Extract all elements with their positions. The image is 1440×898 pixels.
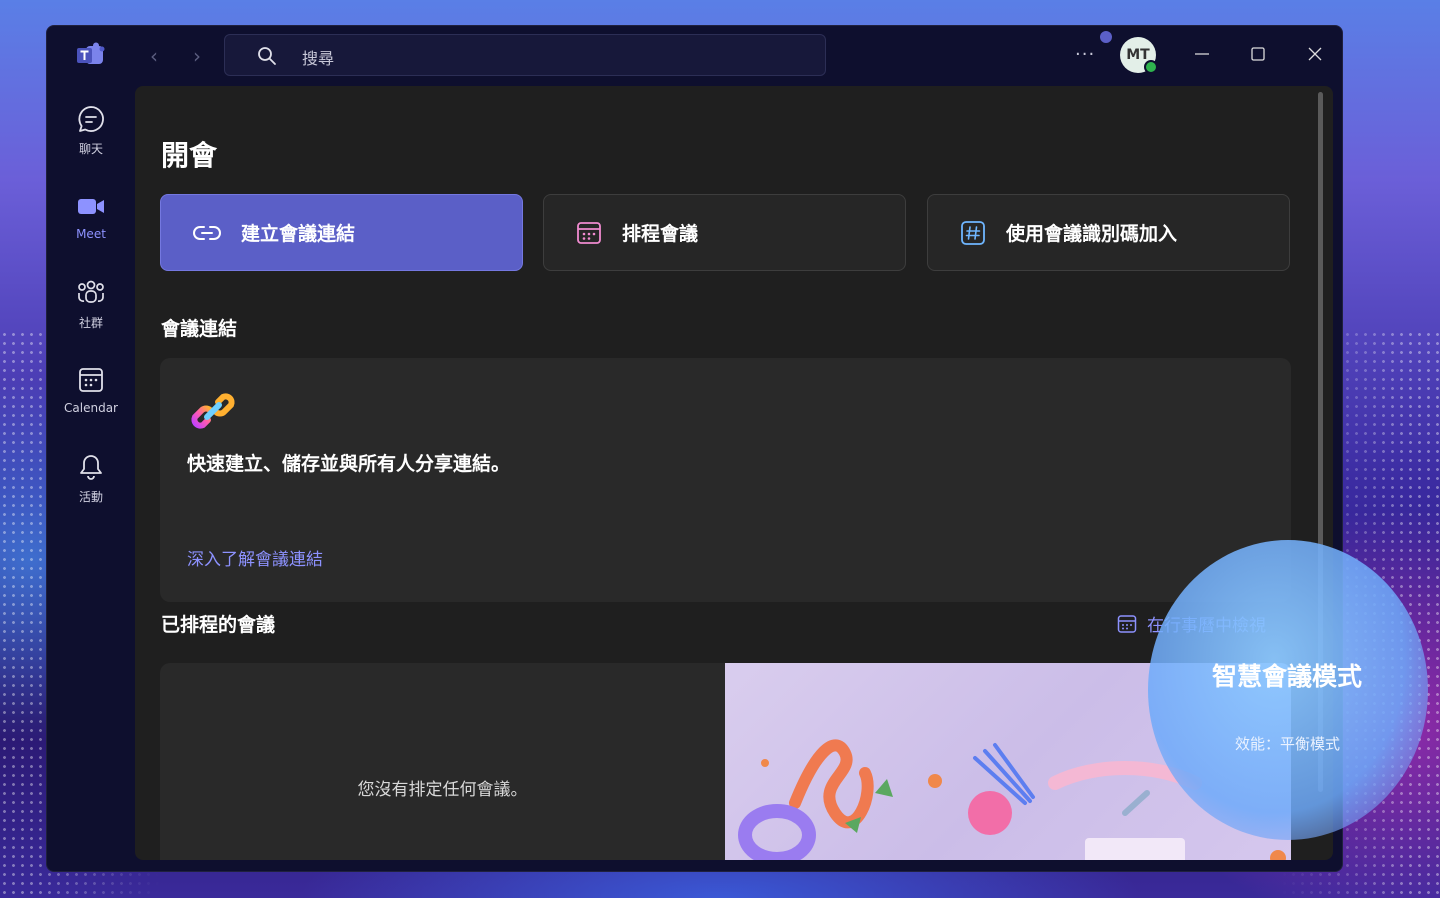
scheduled-meetings-empty-panel: 您沒有排定任何會議。 — [160, 663, 725, 860]
search-input[interactable]: 搜尋 — [302, 45, 334, 69]
scheduled-meetings-card: 您沒有排定任何會議。 — [160, 663, 1291, 860]
title-bar: ‹ › 搜尋 ··· MT — [47, 26, 1342, 86]
learn-more-link[interactable]: 深入了解會議連結 — [187, 545, 323, 570]
rail-item-community[interactable]: 社群 — [47, 278, 135, 348]
bell-icon — [80, 455, 102, 480]
notification-dot — [1100, 31, 1112, 43]
search-box[interactable]: 搜尋 — [224, 34, 826, 76]
meeting-links-card: 快速建立、儲存並與所有人分享連結。 深入了解會議連結 — [160, 358, 1291, 602]
rail-label-activity: 活動 — [78, 490, 103, 504]
chat-icon — [78, 106, 104, 132]
schedule-meeting-label: 排程會議 — [622, 223, 699, 245]
calendar-icon — [1117, 614, 1137, 633]
forward-button[interactable]: › — [185, 44, 209, 68]
app-rail: 聊天 Meet 社群 Calendar 活動 — [47, 86, 135, 871]
create-meeting-link-label: 建立會議連結 — [241, 223, 356, 245]
search-icon — [258, 47, 276, 65]
scheduled-meetings-heading: 已排程的會議 — [161, 614, 276, 636]
rail-label-meet: Meet — [76, 227, 106, 241]
join-with-id-button[interactable]: 使用會議識別碼加入 — [927, 194, 1290, 271]
overlay-subtitle: 效能：平衡模式 — [1235, 735, 1341, 753]
colorful-link-icon — [191, 393, 235, 429]
back-button[interactable]: ‹ — [142, 44, 166, 68]
meeting-links-heading: 會議連結 — [161, 318, 238, 340]
rail-label-community: 社群 — [78, 316, 103, 330]
more-options-icon[interactable]: ··· — [1075, 44, 1095, 65]
page-title: 開會 — [161, 139, 218, 172]
empty-state-message: 您沒有排定任何會議。 — [357, 780, 528, 800]
video-icon — [78, 199, 104, 214]
meeting-links-description: 快速建立、儲存並與所有人分享連結。 — [187, 453, 511, 475]
hashtag-icon — [961, 220, 985, 245]
rail-label-calendar: Calendar — [64, 401, 118, 415]
teams-window: ‹ › 搜尋 ··· MT 聊天 Meet 社群 Calendar 活動 開會 … — [46, 25, 1343, 872]
calendar-icon — [577, 221, 601, 244]
rail-item-meet[interactable]: Meet — [47, 191, 135, 261]
rail-item-chat[interactable]: 聊天 — [47, 104, 135, 174]
create-meeting-link-button[interactable]: 建立會議連結 — [160, 194, 523, 271]
maximize-button[interactable] — [1246, 42, 1270, 66]
link-icon — [193, 225, 221, 240]
rail-label-chat: 聊天 — [78, 142, 103, 156]
overlay-title: 智慧會議模式 — [1212, 662, 1363, 691]
rail-item-activity[interactable]: 活動 — [47, 452, 135, 522]
close-button[interactable] — [1303, 42, 1327, 66]
minimize-button[interactable] — [1190, 42, 1214, 66]
presence-available-icon — [1144, 60, 1158, 74]
calendar-icon — [79, 368, 103, 392]
join-with-id-label: 使用會議識別碼加入 — [1006, 223, 1178, 245]
teams-logo-icon — [77, 42, 105, 64]
community-icon — [78, 280, 104, 303]
rail-item-calendar[interactable]: Calendar — [47, 365, 135, 435]
meet-content: 開會 建立會議連結 排程會議 使用會議識別碼加入 會議連結 快速建立、儲存並與所… — [135, 86, 1333, 860]
schedule-meeting-button[interactable]: 排程會議 — [543, 194, 906, 271]
